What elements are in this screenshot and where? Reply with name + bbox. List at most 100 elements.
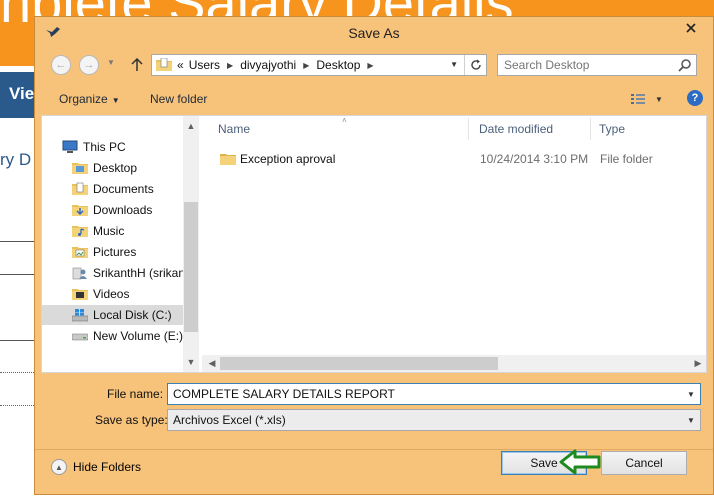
address-bar[interactable]: « Users ▶ divyajyothi ▶ Desktop ▶ ▼ <box>151 54 487 76</box>
chevron-down-icon[interactable]: ▼ <box>682 384 700 404</box>
breadcrumb-desktop[interactable]: Desktop <box>316 58 360 72</box>
save-as-type-value: Archivos Excel (*.xls) <box>173 413 286 427</box>
hide-folders-label: Hide Folders <box>73 460 142 474</box>
refresh-button[interactable] <box>464 55 486 75</box>
question-icon: ? <box>691 92 699 104</box>
address-overflow[interactable]: « <box>177 58 184 72</box>
save-as-type-label: Save as type: <box>95 413 168 427</box>
hide-folders-button[interactable]: ▲ Hide Folders <box>51 457 141 477</box>
browser-pane: This PC Desktop Documents Downloads Musi… <box>41 115 707 373</box>
save-as-type-select[interactable]: Archivos Excel (*.xls) ▼ <box>167 409 701 431</box>
background-divider <box>0 241 36 242</box>
drive-icon <box>72 333 88 341</box>
chevron-down-icon: ▼ <box>655 94 663 104</box>
save-as-type-row: Save as type: Archivos Excel (*.xls) ▼ <box>41 409 707 431</box>
help-button[interactable]: ? <box>687 90 703 106</box>
chevron-down-icon[interactable]: ▼ <box>682 410 700 430</box>
nav-item-videos[interactable]: Videos <box>42 284 199 304</box>
pc-icon <box>62 140 78 153</box>
windows-drive-icon <box>72 309 88 322</box>
nav-item-user-folder[interactable]: SrikanthH (srikan <box>42 263 199 283</box>
search-input[interactable] <box>504 58 664 72</box>
videos-folder-icon <box>72 289 88 300</box>
file-row[interactable]: Exception aproval 10/24/2014 3:10 PM Fil… <box>218 150 698 168</box>
address-dropdown[interactable]: ▼ <box>450 60 458 69</box>
file-name-row: File name: COMPLETE SALARY DETAILS REPOR… <box>41 383 707 405</box>
column-divider[interactable] <box>590 118 591 140</box>
file-name: Exception aproval <box>240 152 336 166</box>
recent-locations-dropdown[interactable]: ▼ <box>107 58 115 67</box>
file-date-modified: 10/24/2014 3:10 PM <box>480 152 589 166</box>
command-bar: Organize ▼ New folder ▼ ? <box>41 84 707 112</box>
background-heading: ry D <box>0 150 32 169</box>
change-view-button[interactable]: ▼ <box>631 91 671 107</box>
save-as-dialog: Save As ← → ▼ « Users ▶ divyajyothi ▶ De… <box>34 16 714 495</box>
nav-item-documents[interactable]: Documents <box>42 179 199 199</box>
user-folder-icon <box>72 267 87 280</box>
back-arrow-icon: ← <box>55 59 67 71</box>
scroll-down-arrow-icon[interactable]: ▼ <box>183 354 199 370</box>
nav-item-desktop[interactable]: Desktop <box>42 158 199 178</box>
address-row: ← → ▼ « Users ▶ divyajyothi ▶ Desktop ▶ … <box>41 50 707 80</box>
navigation-pane: This PC Desktop Documents Downloads Musi… <box>42 116 199 372</box>
forward-arrow-icon: → <box>83 59 95 71</box>
music-folder-icon <box>72 226 88 237</box>
scroll-right-arrow-icon[interactable]: ▶ <box>690 355 706 372</box>
chevron-down-icon: ▼ <box>111 96 120 105</box>
up-level-button[interactable] <box>129 55 145 75</box>
search-box[interactable] <box>497 54 697 76</box>
search-icon[interactable] <box>678 58 692 72</box>
nav-item-pictures[interactable]: Pictures <box>42 242 199 262</box>
breadcrumb-divyajyothi[interactable]: divyajyothi <box>240 58 296 72</box>
nav-item-new-volume-e[interactable]: New Volume (E:) <box>42 326 199 346</box>
dialog-titlebar[interactable]: Save As <box>35 17 713 47</box>
pictures-folder-icon <box>72 247 88 258</box>
nav-item-this-pc[interactable]: This PC <box>42 137 199 157</box>
desktop-folder-icon <box>72 163 88 174</box>
forward-button[interactable]: → <box>79 55 99 75</box>
column-header-type[interactable]: Type <box>599 122 625 136</box>
file-name-label: File name: <box>107 387 164 401</box>
chevron-right-icon[interactable]: ▶ <box>367 61 373 70</box>
organize-label: Organize <box>59 92 108 106</box>
column-header-date-modified[interactable]: Date modified <box>479 122 553 136</box>
cancel-button[interactable]: Cancel <box>601 451 687 475</box>
nav-item-local-disk-c[interactable]: Local Disk (C:) <box>42 305 183 325</box>
refresh-icon <box>470 59 481 70</box>
close-button[interactable] <box>673 18 709 38</box>
folder-icon <box>156 58 172 71</box>
details-view-icon <box>631 94 645 104</box>
file-name-input[interactable]: COMPLETE SALARY DETAILS REPORT ▼ <box>167 383 701 405</box>
close-icon <box>686 23 696 33</box>
sort-ascending-icon: ˄ <box>342 116 347 125</box>
downloads-folder-icon <box>72 205 88 216</box>
file-list-horizontal-scrollbar[interactable]: ◀ ▶ <box>202 355 706 372</box>
nav-item-downloads[interactable]: Downloads <box>42 200 199 220</box>
new-folder-button[interactable]: New folder <box>150 92 207 106</box>
file-name-value[interactable]: COMPLETE SALARY DETAILS REPORT <box>173 387 395 401</box>
scrollbar-thumb[interactable] <box>184 202 198 332</box>
chevron-right-icon[interactable]: ▶ <box>227 61 233 70</box>
folder-icon <box>220 154 236 165</box>
footer-divider <box>35 449 713 450</box>
scroll-up-arrow-icon[interactable]: ▲ <box>183 118 199 134</box>
scroll-left-arrow-icon[interactable]: ◀ <box>204 355 220 372</box>
navigation-scrollbar[interactable]: ▲ ▼ <box>183 116 199 372</box>
chevron-up-icon: ▲ <box>51 459 67 475</box>
annotation-arrow-icon <box>559 449 601 475</box>
background-divider <box>0 340 36 341</box>
scrollbar-thumb[interactable] <box>220 357 498 370</box>
column-divider[interactable] <box>468 118 469 140</box>
back-button[interactable]: ← <box>51 55 71 75</box>
nav-item-music[interactable]: Music <box>42 221 199 241</box>
background-divider <box>0 274 36 275</box>
documents-folder-icon <box>72 182 88 195</box>
column-header-name[interactable]: Name <box>218 122 250 136</box>
up-arrow-icon <box>131 58 143 71</box>
organize-menu[interactable]: Organize ▼ <box>59 92 120 106</box>
file-type: File folder <box>600 152 653 166</box>
background-dotted-box <box>0 372 36 406</box>
breadcrumb-users[interactable]: Users <box>189 58 220 72</box>
file-list: ˄ Name Date modified Type Exception apro… <box>202 116 706 372</box>
chevron-right-icon[interactable]: ▶ <box>303 61 309 70</box>
